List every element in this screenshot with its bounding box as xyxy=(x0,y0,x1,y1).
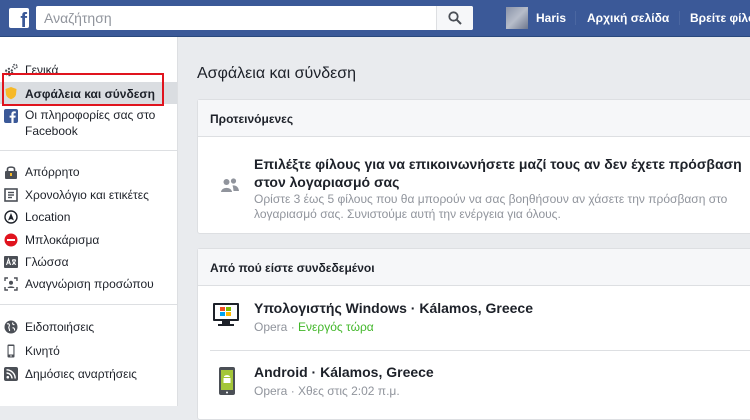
sidebar-item-label: Facebook xyxy=(25,124,78,138)
session-meta: Opera · Χθες στις 2:02 π.μ. xyxy=(254,384,400,398)
user-avatar[interactable] xyxy=(506,7,528,29)
sidebar-item-notifications[interactable]: Ειδοποιήσεις xyxy=(0,317,177,337)
sidebar-item-label: Απόρρητο xyxy=(25,165,80,179)
card-header: Από πού είστε συνδεδεμένοι xyxy=(198,249,750,286)
recommended-card: Προτεινόμενες Επιλέξτε φίλους για να επι… xyxy=(197,99,750,234)
sidebar-item-label: Δημόσιες αναρτήσεις xyxy=(25,367,137,381)
card-header: Προτεινόμενες xyxy=(198,100,750,137)
highlight-annotation xyxy=(2,73,164,106)
card-header-title: Προτεινόμενες xyxy=(210,112,294,126)
session-status: Χθες στις 2:02 π.μ. xyxy=(298,384,400,398)
search-icon xyxy=(448,11,462,25)
windows-desktop-icon xyxy=(213,303,239,326)
top-bar: f Haris Αρχική σελίδα Βρείτε φίλους xyxy=(0,0,750,37)
mobile-icon xyxy=(7,344,15,358)
sidebar-item-timeline[interactable]: Χρονολόγιο και ετικέτες xyxy=(0,185,177,205)
session-device: Android · Kálamos, Greece xyxy=(254,364,434,380)
lock-icon xyxy=(5,166,17,179)
sidebar-item-label: Οι πληροφορίες σας στο xyxy=(25,108,156,122)
session-browser: Opera xyxy=(254,384,288,398)
facebook-logo[interactable]: f xyxy=(9,8,29,32)
sidebar-item-label: Μπλοκάρισμα xyxy=(25,233,100,247)
nav-user-name[interactable]: Haris xyxy=(536,11,566,25)
recommendation-title: Επιλέξτε φίλους για να επικοινωνήσετε μα… xyxy=(254,156,742,190)
sidebar-item-label: Κινητό xyxy=(25,344,60,358)
card-header-title: Από πού είστε συνδεδεμένοι xyxy=(210,261,375,275)
sidebar-item-label: Ειδοποιήσεις xyxy=(25,320,95,334)
friends-icon xyxy=(221,178,239,192)
logo-letter: f xyxy=(20,10,27,32)
android-phone-icon xyxy=(219,367,235,395)
sidebar-item-label: Γλώσσα xyxy=(25,255,69,269)
block-icon xyxy=(4,233,18,247)
recommendation-row[interactable]: Επιλέξτε φίλους για να επικοινωνήσετε μα… xyxy=(198,137,750,233)
sidebar-item-blocking[interactable]: Μπλοκάρισμα xyxy=(0,230,177,250)
sidebar-item-label: Χρονολόγιο και ετικέτες xyxy=(25,188,149,202)
sidebar-item-location[interactable]: Location xyxy=(0,207,177,227)
language-icon xyxy=(4,256,18,268)
search-input[interactable] xyxy=(36,6,439,30)
meta-separator: · xyxy=(290,320,299,334)
rss-icon xyxy=(4,367,18,381)
sidebar-item-language[interactable]: Γλώσσα xyxy=(0,252,177,272)
nav-find-friends-link[interactable]: Βρείτε φίλους xyxy=(690,11,750,25)
sessions-card: Από πού είστε συνδεδεμένοι Υπολογιστής W… xyxy=(197,248,750,420)
sidebar-divider xyxy=(0,150,177,151)
sidebar-item-label: Αναγνώριση προσώπου xyxy=(25,277,154,291)
sidebar-item-face-recognition[interactable]: Αναγνώριση προσώπου xyxy=(0,274,177,294)
sidebar-item-your-info[interactable]: Οι πληροφορίες σας στο Facebook xyxy=(0,107,177,141)
facebook-icon xyxy=(4,109,18,123)
recommendation-description: Ορίστε 3 έως 5 φίλους που θα μπορούν να … xyxy=(254,192,728,221)
session-row[interactable]: Android · Kálamos, Greece Opera · Χθες σ… xyxy=(198,350,750,410)
sidebar-item-label: Location xyxy=(25,210,71,224)
session-status: Ενεργός τώρα xyxy=(298,320,374,334)
session-browser: Opera xyxy=(254,320,288,334)
sidebar-divider xyxy=(0,304,177,305)
search-button[interactable] xyxy=(436,6,473,30)
location-icon xyxy=(4,210,18,224)
face-recognition-icon xyxy=(4,277,18,291)
nav-home-link[interactable]: Αρχική σελίδα xyxy=(587,11,669,25)
globe-icon xyxy=(4,320,18,334)
meta-separator: · xyxy=(290,384,299,398)
sidebar-item-public-posts[interactable]: Δημόσιες αναρτήσεις xyxy=(0,364,177,384)
page-title: Ασφάλεια και σύνδεση xyxy=(197,65,357,82)
nav-separator xyxy=(679,11,680,25)
session-meta: Opera · Ενεργός τώρα xyxy=(254,320,374,334)
search-box xyxy=(36,6,473,30)
session-row[interactable]: Υπολογιστής Windows · Kálamos, Greece Op… xyxy=(198,286,750,346)
timeline-icon xyxy=(4,188,18,202)
sidebar-item-mobile[interactable]: Κινητό xyxy=(0,341,177,361)
sidebar-item-privacy[interactable]: Απόρρητο xyxy=(0,162,177,182)
nav-separator xyxy=(575,11,576,25)
session-device: Υπολογιστής Windows · Kálamos, Greece xyxy=(254,300,533,316)
